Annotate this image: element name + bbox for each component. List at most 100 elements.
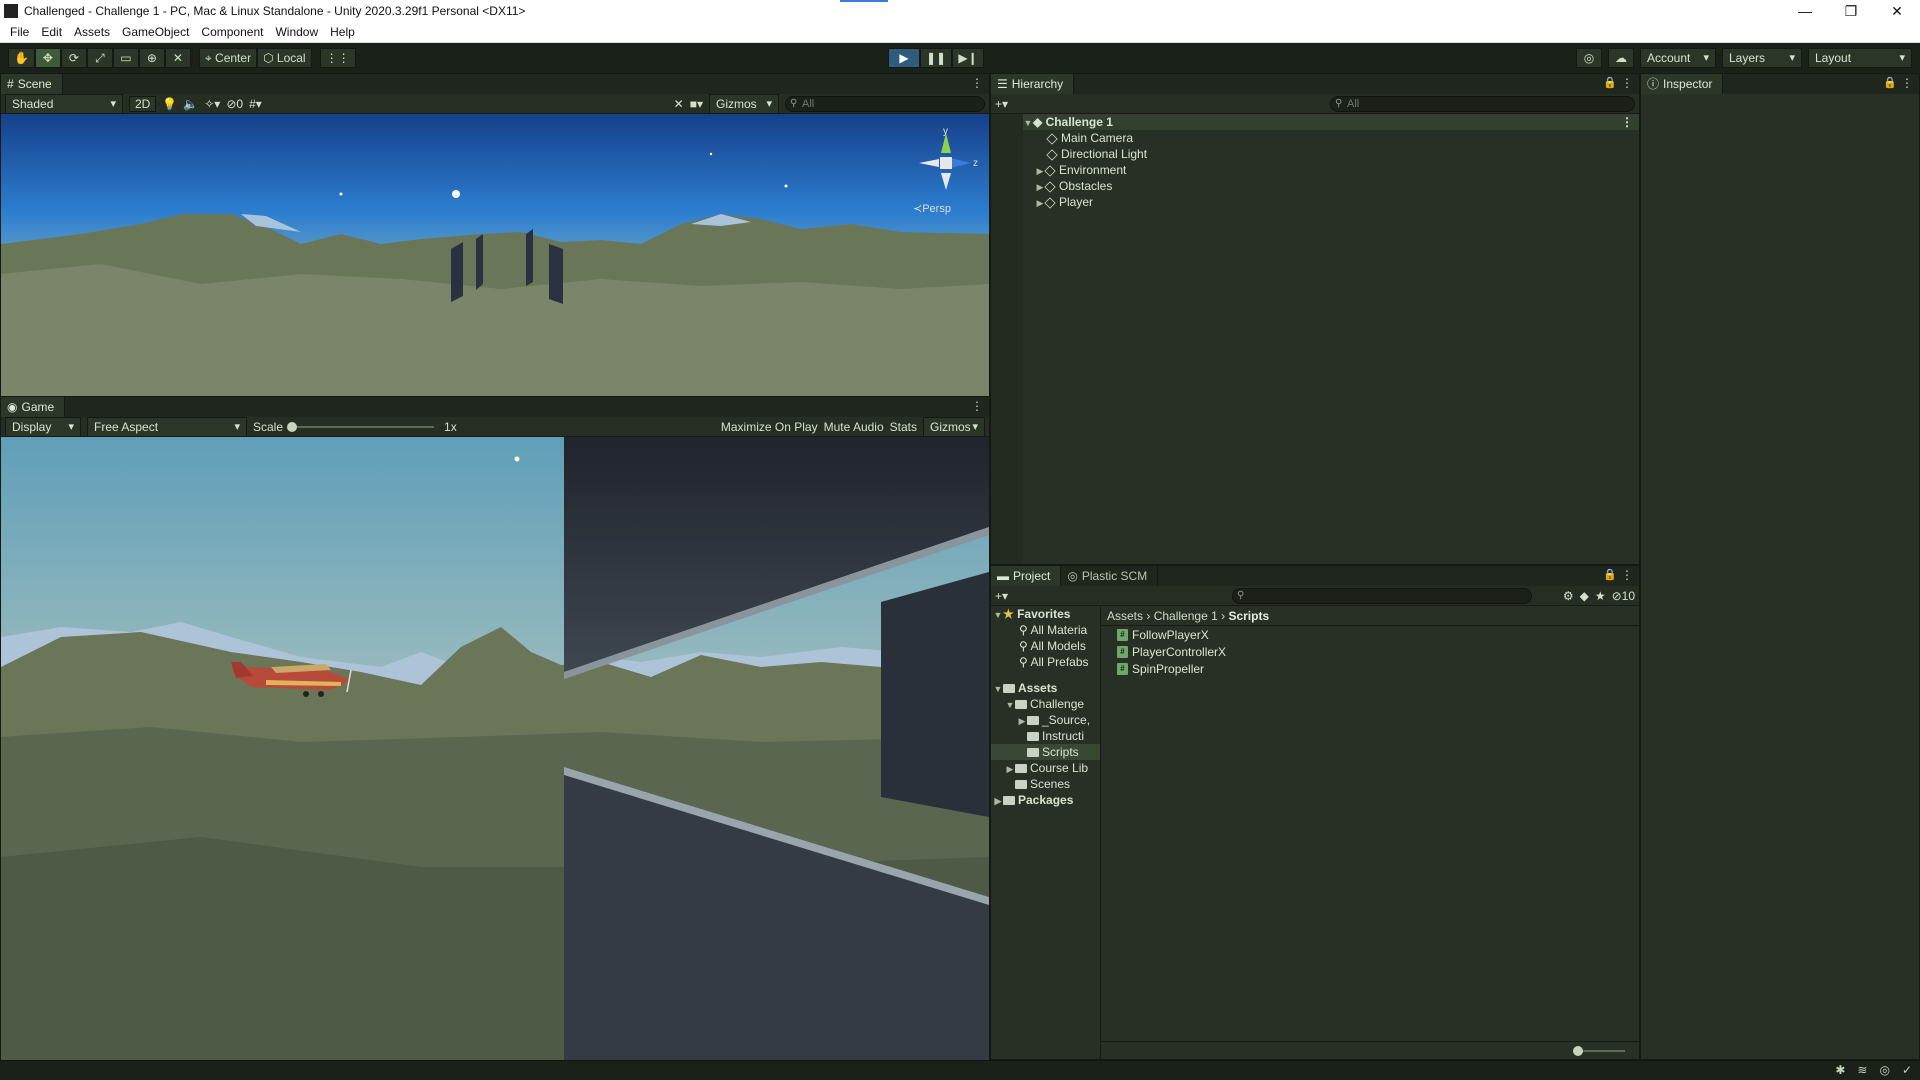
scene-viewport[interactable]: y z ≺Persp <box>1 114 989 396</box>
menu-window[interactable]: Window <box>269 22 324 43</box>
game-gizmos-dropdown[interactable]: Gizmos <box>923 416 985 437</box>
scene-root-row[interactable]: ▼◆ Challenge 1 ⋮ <box>1023 114 1639 130</box>
menu-file[interactable]: File <box>4 22 35 43</box>
hierarchy-item[interactable]: Directional Light <box>1023 146 1639 162</box>
tab-inspector[interactable]: ⓘ Inspector <box>1641 74 1724 94</box>
hierarchy-search-input[interactable]: ⚲ All <box>1330 95 1635 112</box>
breadcrumb-current[interactable]: Scripts <box>1228 609 1269 623</box>
maximize-button[interactable]: ❐ <box>1828 0 1874 22</box>
expand-arrow-icon[interactable]: ▼ <box>1023 115 1033 131</box>
tree-folder-selected[interactable]: Scripts <box>991 744 1100 760</box>
audio-toggle-icon[interactable]: 🔈 <box>183 97 198 111</box>
hand-tool-icon[interactable]: ✋ <box>8 48 35 68</box>
hierarchy-menu-icon[interactable]: ⋮ <box>1621 76 1633 90</box>
icon-size-slider[interactable] <box>1573 1046 1625 1056</box>
inspector-lock-icon[interactable]: 🔒 <box>1883 76 1897 89</box>
scene-gizmos-dropdown[interactable]: Gizmos <box>709 93 779 114</box>
hierarchy-item[interactable]: ▶ Environment <box>1023 162 1639 178</box>
hierarchy-item[interactable]: ▶ Player <box>1023 194 1639 210</box>
minimize-button[interactable]: — <box>1782 0 1828 22</box>
orientation-gizmo[interactable]: y z <box>911 126 981 198</box>
favorite-item[interactable]: ⚲ All Models <box>991 638 1100 654</box>
hidden-packages-icon[interactable]: ⊘10 <box>1612 589 1635 603</box>
expand-arrow-icon[interactable]: ▶ <box>1005 761 1015 777</box>
project-create-button[interactable]: +▾ <box>995 589 1008 603</box>
breadcrumb-item[interactable]: Assets <box>1107 609 1143 623</box>
cache-icon[interactable]: ◎ <box>1879 1063 1889 1077</box>
hierarchy-create-button[interactable]: +▾ <box>995 97 1008 111</box>
project-menu-icon[interactable]: ⋮ <box>1621 568 1633 582</box>
expand-arrow-icon[interactable]: ▼ <box>993 607 1003 623</box>
scene-menu-icon[interactable]: ⋮ <box>971 76 983 90</box>
scale-slider-thumb[interactable] <box>287 421 298 432</box>
expand-arrow-icon[interactable]: ▼ <box>1005 697 1015 713</box>
menu-edit[interactable]: Edit <box>35 22 68 43</box>
grid-snap-icon[interactable]: ⋮⋮ <box>319 48 356 68</box>
menu-component[interactable]: Component <box>195 22 269 43</box>
hierarchy-lock-icon[interactable]: 🔒 <box>1603 76 1617 89</box>
icon-size-thumb[interactable] <box>1573 1046 1583 1056</box>
scene-menu-icon[interactable]: ⋮ <box>1621 114 1633 130</box>
packages-row[interactable]: ▶ Packages <box>991 792 1100 808</box>
cloud-icon[interactable]: ☁ <box>1608 48 1634 68</box>
search-by-type-icon[interactable]: ⚙ <box>1563 589 1574 603</box>
search-by-label-icon[interactable]: ◆ <box>1580 589 1589 603</box>
game-viewport[interactable] <box>1 437 989 1060</box>
display-dropdown[interactable]: Display 1 <box>5 416 81 452</box>
hidden-objects-icon[interactable]: ⊘0 <box>226 97 243 111</box>
2d-toggle[interactable]: 2D <box>129 95 157 112</box>
pivot-space-button[interactable]: ⬡ Local <box>257 48 312 68</box>
tools-icon[interactable]: ✕ <box>674 97 684 111</box>
tab-game[interactable]: ◉ Game <box>1 397 66 417</box>
breadcrumb-item[interactable]: Challenge 1 <box>1154 609 1218 623</box>
shading-mode-dropdown[interactable]: Shaded <box>5 93 123 114</box>
scene-search-input[interactable]: ⚲ All <box>785 95 985 112</box>
game-menu-icon[interactable]: ⋮ <box>971 399 983 413</box>
hierarchy-item[interactable]: Main Camera <box>1023 130 1639 146</box>
tree-folder[interactable]: ▼ Challenge <box>991 696 1100 712</box>
favorite-item[interactable]: ⚲ All Prefabs <box>991 654 1100 670</box>
mute-audio-toggle[interactable]: Mute Audio <box>824 420 884 434</box>
expand-arrow-icon[interactable]: ▶ <box>993 793 1003 809</box>
stats-toggle[interactable]: Stats <box>890 420 917 434</box>
collab-icon[interactable]: ◎ <box>1576 48 1602 68</box>
file-item[interactable]: # FollowPlayerX <box>1101 627 1639 643</box>
persp-label[interactable]: ≺Persp <box>913 202 951 215</box>
favorites-row[interactable]: ▼★ Favorites <box>991 606 1100 622</box>
tab-project[interactable]: ▬ Project <box>991 566 1062 586</box>
camera-dropdown-icon[interactable]: ■▾ <box>690 97 703 111</box>
play-button[interactable]: ▶ <box>888 48 920 68</box>
tree-folder[interactable]: Instructi <box>991 728 1100 744</box>
tree-folder[interactable]: Scenes <box>991 776 1100 792</box>
pause-button[interactable]: ❚❚ <box>920 48 952 68</box>
grid-toggle-icon[interactable]: #▾ <box>249 97 262 111</box>
file-item[interactable]: # PlayerControllerX <box>1101 644 1639 660</box>
inspector-menu-icon[interactable]: ⋮ <box>1901 76 1913 90</box>
expand-arrow-icon[interactable]: ▼ <box>993 681 1003 697</box>
tab-scene[interactable]: # Scene <box>1 74 63 94</box>
pivot-center-button[interactable]: ⌖ Center <box>198 48 258 68</box>
effects-dropdown-icon[interactable]: ✧▾ <box>204 97 220 111</box>
hierarchy-item[interactable]: ▶ Obstacles <box>1023 178 1639 194</box>
step-button[interactable]: ▶❙ <box>952 48 984 68</box>
tree-folder[interactable]: ▶ Course Lib <box>991 760 1100 776</box>
move-tool-icon[interactable]: ✥ <box>34 48 61 68</box>
tree-folder[interactable]: ▶ _Source, <box>991 712 1100 728</box>
tab-hierarchy[interactable]: ☰ Hierarchy <box>991 74 1075 94</box>
lighting-toggle-icon[interactable]: 💡 <box>162 97 177 111</box>
tab-plastic-scm[interactable]: ◎ Plastic SCM <box>1061 566 1159 586</box>
close-button[interactable]: ✕ <box>1874 0 1920 22</box>
account-dropdown[interactable]: Account <box>1640 48 1716 68</box>
custom-tool-icon[interactable]: ✕ <box>164 48 191 68</box>
scale-slider[interactable] <box>287 421 435 432</box>
transform-tool-icon[interactable]: ⊕ <box>138 48 165 68</box>
maximize-on-play-toggle[interactable]: Maximize On Play <box>721 420 818 434</box>
file-item[interactable]: # SpinPropeller <box>1101 661 1639 677</box>
menu-gameobject[interactable]: GameObject <box>116 22 195 43</box>
progress-icon[interactable]: ≋ <box>1857 1063 1867 1077</box>
assets-row[interactable]: ▼ Assets <box>991 680 1100 696</box>
project-lock-icon[interactable]: 🔒 <box>1603 568 1617 581</box>
scale-tool-icon[interactable]: ⤢ <box>86 48 113 68</box>
layout-dropdown[interactable]: Layout <box>1808 48 1912 68</box>
menu-help[interactable]: Help <box>324 22 361 43</box>
